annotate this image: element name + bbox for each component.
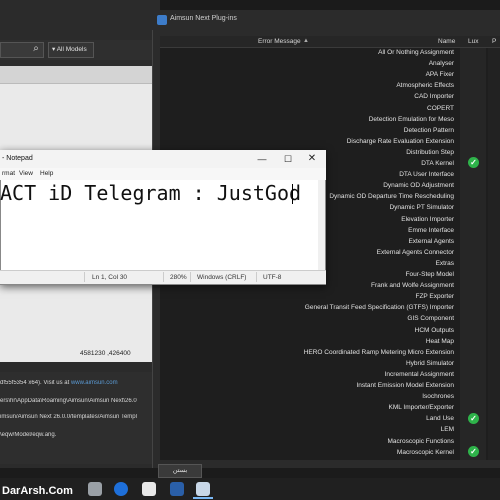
encoding: UTF-8 [263,274,282,281]
plugin-row[interactable]: Elevation Importer [401,216,454,223]
plugin-row[interactable]: KML Importer/Exporter [388,404,454,411]
view-panel-header [0,66,152,84]
plugin-row[interactable]: Macroscopic Kernel [397,449,454,456]
all-models-text: All Models [56,46,87,53]
log-line: df55f5354 x64). Visit us at www.aimsun.c… [0,380,152,386]
plugin-row[interactable]: Dynamic PT Simulator [389,204,454,211]
all-models-dropdown[interactable]: ▾ All Models [48,42,94,58]
plugin-row[interactable]: HERO Coordinated Ramp Metering Micro Ext… [304,349,454,356]
plugin-row[interactable]: HCM Outputs [415,327,454,334]
plugin-row[interactable]: Detection Emulation for Meso [369,116,454,123]
notepad-titlebar[interactable] [0,150,326,168]
plugins-window-title: Aimsun Next Plug-ins [170,15,237,22]
plugin-row[interactable]: Incremental Assignment [385,371,454,378]
notepad-text-area[interactable]: ACT iD Telegram : JustGod [0,180,301,206]
notepad-taskbar-icon[interactable] [196,482,210,496]
plugin-row[interactable]: Extras [436,260,454,267]
cursor-position: Ln 1, Col 30 [92,274,128,281]
file-icon[interactable] [142,482,156,496]
status-divider [190,272,191,282]
plugin-row[interactable]: COPERT [427,105,454,112]
browser-icon[interactable] [114,482,128,496]
column-header-p[interactable]: P [492,38,496,45]
lux-column [460,48,486,460]
enabled-check-icon[interactable]: ✓ [468,446,479,457]
plugin-row[interactable]: Four-Step Model [406,271,454,278]
aimsun-taskbar-icon[interactable] [170,482,184,496]
plugin-row[interactable]: APA Fixer [426,71,454,78]
line-endings: Windows (CRLF) [197,274,247,281]
plugin-row[interactable]: External Agents Connector [377,249,454,256]
plugin-row[interactable]: General Transit Feed Specification (GTFS… [305,304,454,311]
plugin-row[interactable]: LEM [441,426,454,433]
plugin-row[interactable]: Heat Map [426,338,454,345]
menu-help[interactable]: Help [40,170,53,177]
enabled-check-icon[interactable]: ✓ [468,157,479,168]
plugin-row[interactable]: GIS Component [407,315,454,322]
plugin-row[interactable]: Analyser [429,60,454,67]
taskbar-app-icon[interactable] [88,482,102,496]
plugin-row[interactable]: FZP Exporter [415,293,454,300]
aimsun-website-link[interactable]: www.aimsun.com [71,380,118,386]
plugin-row[interactable]: DTA User Interface [399,171,454,178]
plugin-row[interactable]: Atmospheric Effects [396,82,454,89]
log-line: ers\hr\AppData\Roaming\Aimsun\Aimsun Nex… [0,398,137,404]
menu-format[interactable]: rmat [2,170,15,177]
maximize-icon[interactable]: ☐ [282,153,294,165]
log-line: \eqw/Model/eqw.ang. [0,432,57,438]
plugin-row[interactable]: CAD Importer [414,93,454,100]
column-header-lux[interactable]: Lux [468,38,478,45]
watermark-logo: DarArsh.Com [2,485,73,497]
sort-ascending-icon: ▲ [303,38,309,44]
plugin-row[interactable]: Land Use [426,415,454,422]
plugin-row[interactable]: Isochrones [422,393,454,400]
p-column [488,48,500,460]
plugin-row[interactable]: Frank and Wolfe Assignment [371,282,454,289]
plugin-row[interactable]: Emme Interface [408,227,454,234]
desktop: ⌕ ▾ All Models 4581230 ,426400 df55f5354… [0,0,500,500]
text-caret [292,184,293,204]
plugin-row[interactable]: Distribution Step [406,149,454,156]
plugin-row[interactable]: Dynamic OD Adjustment [383,182,454,189]
plugin-row[interactable]: Instant Emission Model Extension [356,382,454,389]
plugin-row[interactable]: External Agents [408,238,454,245]
menu-view[interactable]: View [19,170,33,177]
search-icon[interactable]: ⌕ [30,43,42,55]
status-divider [163,272,164,282]
plugin-row[interactable]: All Or Nothing Assignment [378,49,454,56]
plugin-row[interactable]: Detection Pattern [404,127,454,134]
log-line: imsun/Aimsun Next 26.0.0/templates/Aimsu… [0,414,137,420]
notepad-scrollbar[interactable] [318,180,325,270]
notepad-title: - Notepad [2,155,33,162]
taskbar [0,478,500,500]
plugin-row[interactable]: DTA Kernel [421,160,454,167]
status-divider [84,272,85,282]
plugin-row[interactable]: Hybrid Simulator [406,360,454,367]
close-icon[interactable]: ✕ [306,153,318,165]
active-indicator [193,497,213,499]
close-plugins-button[interactable]: بستن [158,464,202,478]
column-header-name[interactable]: Name [438,38,455,45]
coordinates-readout: 4581230 ,426400 [80,350,131,357]
plugin-row[interactable]: Dynamic OD Departure Time Rescheduling [329,193,454,200]
log-line-text: df55f5354 x64). Visit us at [0,380,71,386]
column-header-error[interactable]: Error Message [258,38,301,45]
aimsun-app-icon [157,15,167,25]
zoom-level: 280% [170,274,187,281]
plugin-row[interactable]: Discharge Rate Evaluation Extension [347,138,454,145]
minimize-icon[interactable]: — [256,153,268,165]
status-divider [256,272,257,282]
enabled-check-icon[interactable]: ✓ [468,413,479,424]
plugin-row[interactable]: Macroscopic Functions [388,438,454,445]
